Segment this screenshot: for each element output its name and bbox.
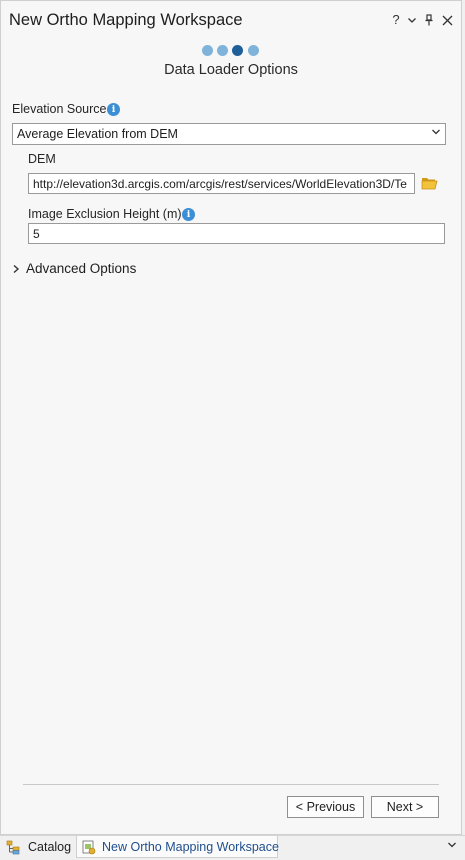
previous-button[interactable]: < Previous — [287, 796, 364, 818]
elevation-source-info-icon[interactable]: i — [107, 103, 120, 116]
exclusion-height-info-icon[interactable]: i — [182, 208, 195, 221]
ortho-mapping-pane: New Ortho Mapping Workspace ? Data Loade… — [0, 0, 462, 835]
tab-catalog-label: Catalog — [28, 840, 72, 854]
browse-folder-icon[interactable] — [421, 176, 438, 190]
exclusion-height-label: Image Exclusion Height (m) — [28, 207, 182, 221]
tab-workspace-label: New Ortho Mapping Workspace — [102, 840, 279, 854]
dem-input[interactable]: http://elevation3d.arcgis.com/arcgis/res… — [28, 173, 415, 194]
wizard-page-title: Data Loader Options — [164, 62, 298, 78]
exclusion-height-input[interactable]: 5 — [28, 223, 445, 244]
pane-title: New Ortho Mapping Workspace — [9, 11, 243, 29]
ortho-workspace-icon — [82, 840, 96, 855]
dem-label: DEM — [28, 152, 56, 166]
chevron-right-icon — [13, 264, 20, 274]
pin-icon[interactable] — [422, 12, 436, 28]
step-dot-3-current — [232, 45, 243, 56]
tab-catalog[interactable]: Catalog — [4, 836, 75, 858]
advanced-options-label: Advanced Options — [26, 261, 137, 276]
footer-divider — [23, 784, 439, 785]
dem-input-value: http://elevation3d.arcgis.com/arcgis/res… — [33, 177, 407, 191]
step-dot-4 — [248, 45, 259, 56]
help-icon[interactable]: ? — [389, 12, 403, 28]
tab-new-ortho-mapping-workspace[interactable]: New Ortho Mapping Workspace — [76, 836, 279, 858]
next-button[interactable]: Next > — [371, 796, 439, 818]
elevation-source-selected: Average Elevation from DEM — [17, 127, 178, 141]
elevation-source-dropdown[interactable]: Average Elevation from DEM — [12, 123, 446, 145]
options-menu-icon[interactable] — [405, 12, 419, 28]
pane-titlebar: New Ortho Mapping Workspace ? — [1, 1, 461, 39]
chevron-down-icon[interactable] — [447, 840, 457, 850]
elevation-source-label: Elevation Source — [12, 102, 107, 116]
dock-tab-bar: Catalog New Ortho Mapping Workspace — [0, 835, 465, 860]
catalog-icon — [6, 840, 20, 855]
chevron-down-icon — [432, 129, 440, 135]
step-dot-1 — [202, 45, 213, 56]
close-icon[interactable] — [440, 12, 454, 28]
exclusion-height-value: 5 — [33, 227, 40, 241]
step-dot-2 — [217, 45, 228, 56]
